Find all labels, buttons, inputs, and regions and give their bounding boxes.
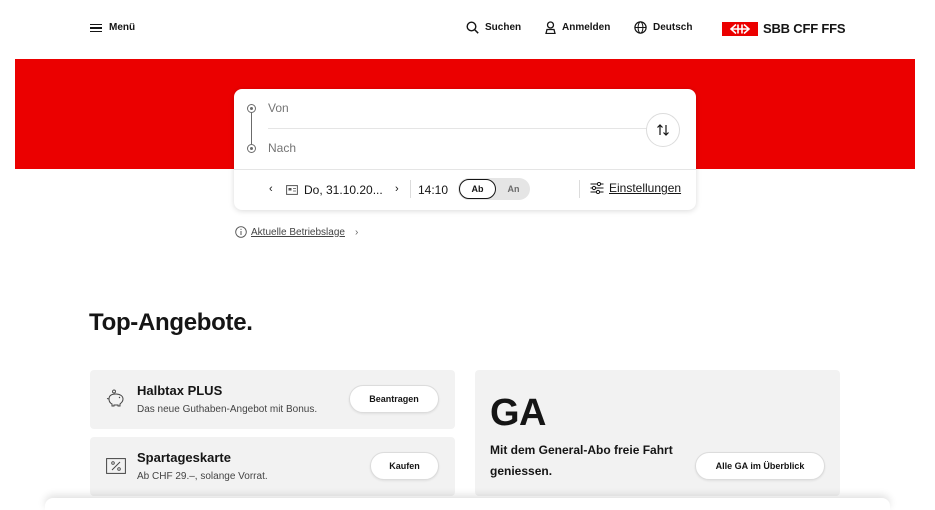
login-button[interactable]: Anmelden	[545, 21, 610, 34]
date-picker-button[interactable]: Do, 31.10.20...	[304, 183, 383, 197]
settings-label: Einstellungen	[609, 181, 682, 195]
offer-card-halbtax-plus[interactable]: Halbtax PLUS Das neue Guthaben-Angebot m…	[90, 370, 455, 429]
percent-ticket-icon	[106, 458, 126, 474]
search-label: Suchen	[485, 22, 522, 33]
field-divider	[268, 128, 666, 129]
chevron-right-icon: ›	[354, 226, 359, 238]
offer-title: Spartageskarte	[137, 450, 231, 465]
header: Menü Suchen Anmelden Deutsch SBB CFF FFS	[0, 0, 935, 59]
logo-text: SBB CFF FFS	[763, 21, 846, 36]
buy-button[interactable]: Kaufen	[370, 452, 439, 480]
offer-subtitle: Das neue Guthaben-Angebot mit Bonus.	[137, 404, 318, 415]
to-input[interactable]	[268, 141, 638, 155]
search-button[interactable]: Suchen	[466, 21, 521, 34]
operating-status-link[interactable]: Aktuelle Betriebslage ›	[235, 226, 358, 238]
hamburger-icon	[90, 23, 102, 33]
swap-arrows-icon	[657, 124, 669, 136]
operating-status-label: Aktuelle Betriebslage	[251, 226, 345, 238]
login-label: Anmelden	[562, 22, 611, 33]
next-day-chevron-icon[interactable]: ›	[395, 183, 399, 195]
previous-day-chevron-icon[interactable]: ‹	[269, 183, 273, 195]
ga-title: GA	[490, 392, 547, 434]
menu-label: Menü	[109, 22, 136, 33]
info-icon	[235, 226, 247, 238]
search-options-row: ‹ Do, 31.10.20... › 14:10 Ab An Einstell…	[234, 170, 696, 210]
bottom-panel-edge	[45, 498, 890, 510]
sbb-logo-mark-icon	[722, 21, 758, 36]
time-input[interactable]: 14:10	[418, 183, 448, 197]
from-input[interactable]	[268, 101, 638, 115]
all-ga-overview-button[interactable]: Alle GA im Überblick	[695, 452, 825, 480]
settings-button[interactable]: Einstellungen	[590, 181, 681, 195]
offer-title: Halbtax PLUS	[137, 383, 223, 398]
timetable-search-card: ‹ Do, 31.10.20... › 14:10 Ab An Einstel	[234, 89, 696, 210]
route-connector-line	[251, 108, 252, 149]
offer-card-spartageskarte[interactable]: Spartageskarte Ab CHF 29.–, solange Vorr…	[90, 437, 455, 496]
sbb-logo[interactable]: SBB CFF FFS	[722, 21, 845, 36]
menu-button[interactable]: Menü	[90, 22, 135, 33]
apply-button[interactable]: Beantragen	[349, 385, 439, 413]
toggle-arrival-option[interactable]: An	[498, 179, 529, 199]
offer-card-ga[interactable]: GA Mit dem General-Abo freie Fahrt genie…	[475, 370, 840, 496]
toggle-departure-option[interactable]: Ab	[459, 179, 496, 199]
sliders-icon	[590, 182, 604, 194]
user-icon	[545, 21, 556, 34]
language-button[interactable]: Deutsch	[634, 21, 692, 34]
divider	[579, 180, 580, 198]
swap-direction-button[interactable]	[646, 113, 680, 147]
destination-marker-icon	[247, 144, 256, 153]
section-title: Top-Angebote.	[89, 309, 253, 336]
divider	[410, 180, 411, 198]
departure-arrival-toggle[interactable]: Ab An	[458, 178, 530, 200]
globe-icon	[634, 21, 647, 34]
ga-description: Mit dem General-Abo freie Fahrt geniesse…	[490, 443, 673, 478]
language-label: Deutsch	[653, 22, 693, 33]
calendar-icon	[286, 185, 298, 195]
piggy-bank-icon	[106, 389, 124, 407]
search-icon	[466, 21, 479, 34]
offer-subtitle: Ab CHF 29.–, solange Vorrat.	[137, 471, 268, 482]
origin-marker-icon	[247, 104, 256, 113]
